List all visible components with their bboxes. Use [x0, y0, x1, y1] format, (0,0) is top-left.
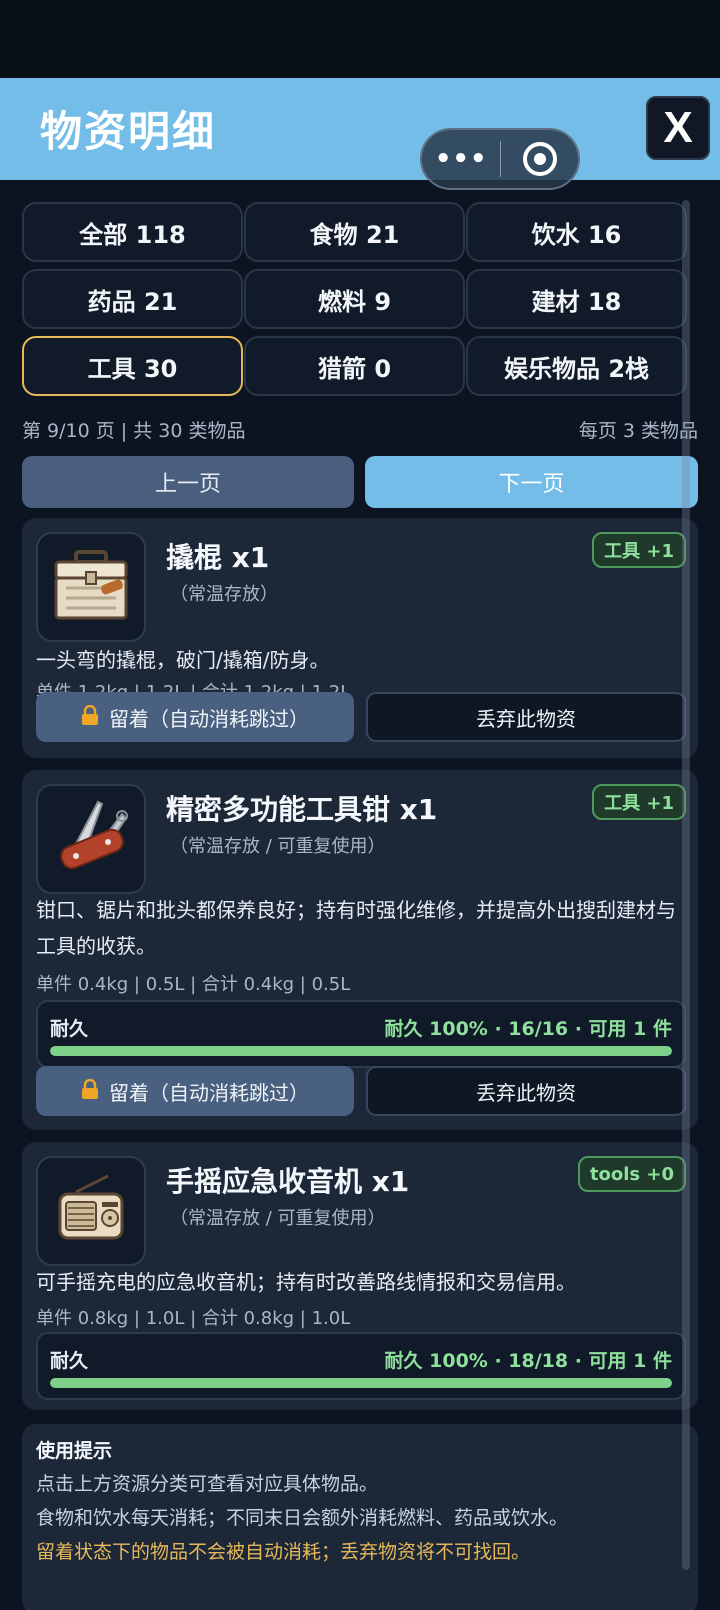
multitool-icon	[36, 784, 146, 894]
per-page-info: 每页 3 类物品	[578, 420, 698, 442]
tips-line: 食物和饮水每天消耗；不同末日会额外消耗燃料、药品或饮水。	[36, 1507, 569, 1529]
tips-line-warning: 留着状态下的物品不会被自动消耗；丢弃物资将不可找回。	[36, 1541, 531, 1563]
discard-button[interactable]: 丢弃此物资	[366, 692, 686, 742]
page-title: 物资明细	[40, 107, 217, 156]
content-area: 全部 118 食物 21 饮水 16 药品 21 燃料 9 建材 18 工具 3…	[0, 180, 720, 1610]
status-bar	[0, 0, 720, 78]
lock-icon	[81, 704, 99, 730]
category-building-materials[interactable]: 建材 18	[466, 269, 687, 329]
item-tag: tools +0	[577, 1156, 686, 1192]
page-header: 物资明细 X	[0, 78, 720, 180]
discard-button[interactable]: 丢弃此物资	[366, 1066, 686, 1116]
durability-value: 耐久 100% · 16/16 · 可用 1 件	[384, 1018, 672, 1040]
durability-label: 耐久	[50, 1018, 89, 1040]
toolbox-icon	[36, 532, 146, 642]
category-entertainment[interactable]: 娱乐物品 2栈	[466, 336, 687, 396]
category-fuel[interactable]: 燃料 9	[244, 269, 465, 329]
scrollbar[interactable]	[682, 200, 690, 1570]
exit-capsule-button[interactable]	[501, 142, 578, 176]
item-description: 钳口、锯片和批头都保养良好；持有时强化维修，并提高外出搜刮建材与工具的收获。	[36, 898, 676, 958]
keep-button-label: 留着（自动消耗跳过）	[109, 706, 309, 731]
item-description: 可手摇充电的应急收音机；持有时改善路线情报和交易信用。	[36, 1270, 576, 1294]
item-name: 手摇应急收音机 x1	[166, 1165, 410, 1198]
durability-panel: 耐久 耐久 100% · 16/16 · 可用 1 件	[36, 1000, 686, 1068]
target-icon	[522, 142, 557, 176]
next-page-button[interactable]: 下一页	[365, 456, 698, 508]
durability-bar	[50, 1378, 672, 1388]
tips-line: 点击上方资源分类可查看对应具体物品。	[36, 1473, 379, 1495]
item-card: 手摇应急收音机 x1 （常温存放 / 可重复使用） tools +0 可手摇充电…	[22, 1142, 698, 1410]
mini-program-capsule: •••	[420, 128, 580, 190]
keep-button[interactable]: 留着（自动消耗跳过）	[36, 1066, 354, 1116]
item-name: 撬棍 x1	[166, 541, 270, 574]
item-spec: 单件 0.8kg | 1.0L | 合计 0.8kg | 1.0L	[36, 1308, 351, 1329]
keep-button[interactable]: 留着（自动消耗跳过）	[36, 692, 354, 742]
durability-fill	[50, 1378, 672, 1388]
item-tag: 工具 +1	[592, 532, 686, 568]
item-tag: 工具 +1	[592, 784, 686, 820]
prev-page-button[interactable]: 上一页	[22, 456, 354, 508]
durability-panel: 耐久 耐久 100% · 18/18 · 可用 1 件	[36, 1332, 686, 1400]
durability-label: 耐久	[50, 1350, 89, 1372]
item-card: 撬棍 x1 （常温存放） 工具 +1 一头弯的撬棍，破门/撬箱/防身。 单件 1…	[22, 518, 698, 758]
item-storage: （常温存放 / 可重复使用）	[170, 1208, 386, 1229]
category-arrows[interactable]: 猎箭 0	[244, 336, 465, 396]
keep-button-label: 留着（自动消耗跳过）	[109, 1080, 309, 1105]
item-card: 精密多功能工具钳 x1 （常温存放 / 可重复使用） 工具 +1 钳口、锯片和批…	[22, 770, 698, 1130]
close-button[interactable]: X	[646, 96, 710, 160]
lock-icon	[81, 1078, 99, 1104]
more-icon[interactable]: •••	[422, 144, 500, 174]
item-storage: （常温存放 / 可重复使用）	[170, 836, 386, 857]
radio-icon	[36, 1156, 146, 1266]
category-all[interactable]: 全部 118	[22, 202, 243, 262]
durability-fill	[50, 1046, 672, 1056]
usage-tips: 使用提示 点击上方资源分类可查看对应具体物品。 食物和饮水每天消耗；不同末日会额…	[22, 1424, 698, 1610]
durability-value: 耐久 100% · 18/18 · 可用 1 件	[384, 1350, 672, 1372]
page-info: 第 9/10 页 | 共 30 类物品	[22, 420, 246, 442]
category-food[interactable]: 食物 21	[244, 202, 465, 262]
durability-bar	[50, 1046, 672, 1056]
item-spec: 单件 0.4kg | 0.5L | 合计 0.4kg | 0.5L	[36, 974, 351, 995]
category-water[interactable]: 饮水 16	[466, 202, 687, 262]
category-tools[interactable]: 工具 30	[22, 336, 243, 396]
item-storage: （常温存放）	[170, 584, 278, 605]
item-name: 精密多功能工具钳 x1	[166, 793, 438, 826]
item-description: 一头弯的撬棍，破门/撬箱/防身。	[36, 648, 330, 672]
tips-title: 使用提示	[36, 1440, 113, 1462]
category-medicine[interactable]: 药品 21	[22, 269, 243, 329]
